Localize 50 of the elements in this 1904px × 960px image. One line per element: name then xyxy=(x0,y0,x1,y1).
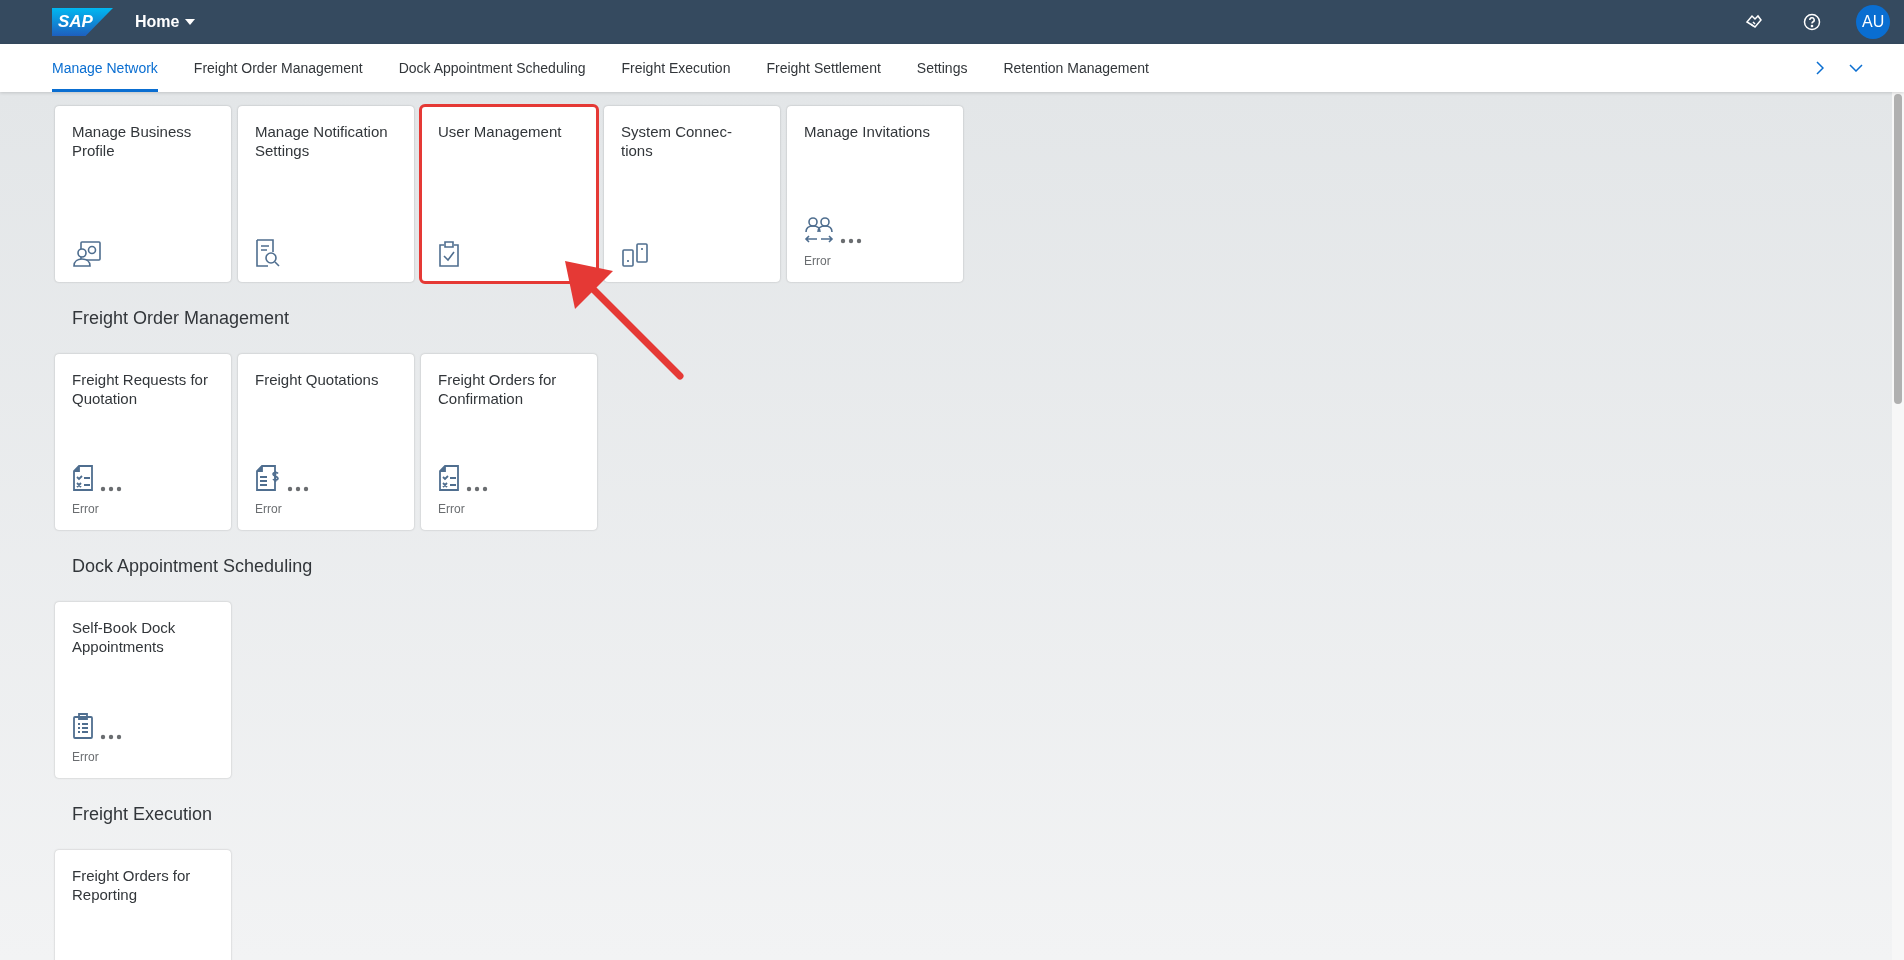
clipboard-check-icon xyxy=(438,240,460,268)
tab[interactable]: Retention Management xyxy=(1003,44,1149,92)
tile-title: User Management xyxy=(438,122,563,141)
scrollbar-thumb[interactable] xyxy=(1894,94,1902,404)
chevron-right-icon xyxy=(1816,61,1824,75)
tile-title: Freight Requests for Quotation xyxy=(72,370,209,408)
invoice-document-icon xyxy=(255,464,281,492)
app-tile[interactable]: Freight Orders for Confirmation Error xyxy=(421,354,597,530)
app-tile[interactable]: Self-Book Dock Appointments Error xyxy=(55,602,231,778)
app-tile[interactable]: Manage Notification Settings xyxy=(238,106,414,282)
clipboard-list-icon xyxy=(72,712,94,740)
checklist-document-icon xyxy=(438,464,460,492)
section-title: Freight Order Management xyxy=(72,307,291,330)
section-title: Freight Execution xyxy=(72,803,214,826)
tab[interactable]: Freight Order Management xyxy=(193,44,363,92)
app-tile[interactable]: Manage Business Profile xyxy=(55,106,231,282)
tile-title: Freight Orders for Reporting xyxy=(72,866,192,904)
checklist-document-icon xyxy=(72,464,94,492)
tile-title: Freight Quotations xyxy=(255,370,380,389)
tab[interactable]: Freight Settlement xyxy=(766,44,881,92)
help-icon xyxy=(1803,13,1821,31)
tab[interactable]: Dock Appointment Scheduling xyxy=(398,44,586,92)
people-icon xyxy=(72,240,102,268)
tile-status: Error xyxy=(72,502,100,516)
tab[interactable]: Settings xyxy=(916,44,968,92)
tile-title: Manage Invitations xyxy=(804,122,931,141)
document-search-icon xyxy=(255,238,281,268)
caret-icon xyxy=(185,19,196,25)
tile-status: Error xyxy=(804,254,832,268)
app-tile[interactable]: System Connec-tions xyxy=(604,106,780,282)
app-tile[interactable]: Freight Quotations Error xyxy=(238,354,414,530)
people-exchange-icon xyxy=(804,216,834,244)
section-title: Dock Appointment Scheduling xyxy=(72,555,314,578)
app-tile[interactable]: Freight Orders for Reporting xyxy=(55,850,231,960)
app-tile[interactable]: Freight Requests for Quotation Error xyxy=(55,354,231,530)
tile-title: Manage Business Profile xyxy=(72,122,193,160)
tile-title: Freight Orders for Confirmation xyxy=(438,370,558,408)
chevron-down-icon xyxy=(1849,64,1863,72)
tile-title: Manage Notification Settings xyxy=(255,122,389,160)
tile-title: Self-Book Dock Appointments xyxy=(72,618,177,656)
app-tile[interactable]: User Management xyxy=(421,106,597,282)
tile-title: System Connec-tions xyxy=(621,122,733,160)
tile-status: Error xyxy=(72,750,100,764)
tab[interactable]: Freight Execution xyxy=(621,44,731,92)
devices-icon xyxy=(621,242,649,268)
user-avatar[interactable]: AU xyxy=(1856,5,1890,39)
app-tile[interactable]: Manage Invitations Error xyxy=(787,106,963,282)
home-menu-button[interactable]: Home xyxy=(134,13,196,31)
tile-status: Error xyxy=(255,502,283,516)
tile-status: Error xyxy=(438,502,466,516)
